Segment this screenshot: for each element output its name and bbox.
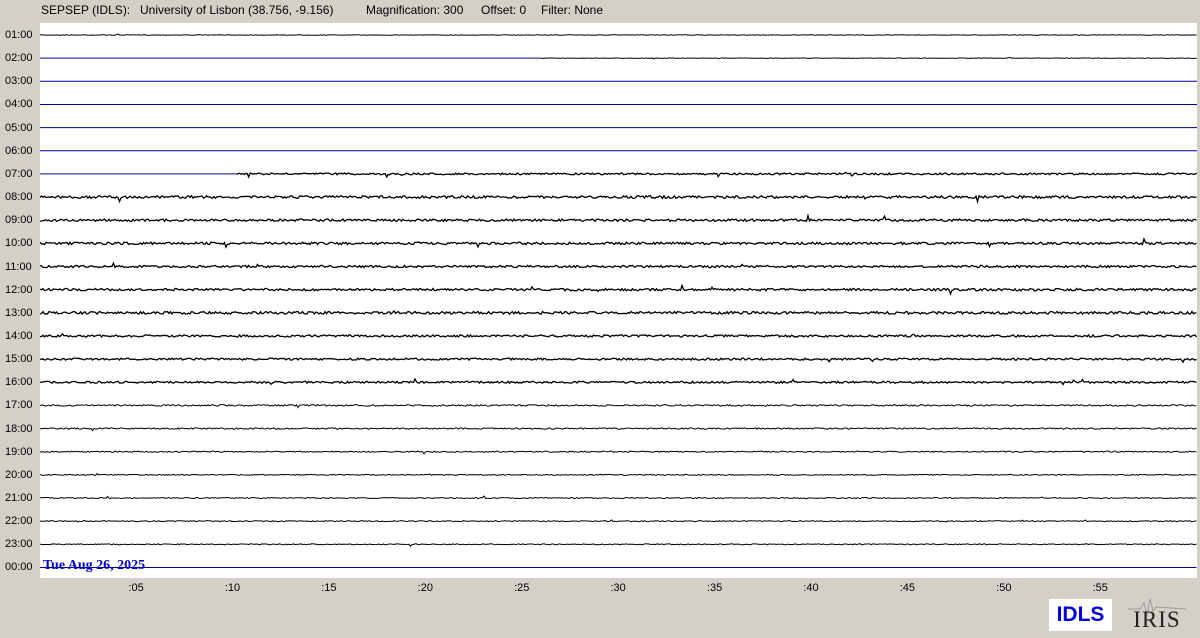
idls-logo: IDLS xyxy=(1049,599,1112,631)
minute-label: :10 xyxy=(224,582,241,594)
offset-readout: Offset: 0 xyxy=(481,3,527,17)
seismic-trace xyxy=(40,543,1197,547)
iris-logo: IRIS xyxy=(1128,593,1186,635)
seismic-trace xyxy=(40,495,1197,500)
hour-label: 18:00 xyxy=(5,422,33,435)
hour-label: 04:00 xyxy=(5,98,33,111)
seismogram-traces xyxy=(40,33,1197,568)
header-bar: SEPSEP (IDLS): University of Lisbon (38.… xyxy=(0,0,1200,20)
hour-label: 06:00 xyxy=(5,144,33,157)
hour-label: 15:00 xyxy=(5,353,33,366)
seismic-trace xyxy=(40,33,1197,37)
iris-logo-text: IRIS xyxy=(1133,607,1181,632)
hour-label: 07:00 xyxy=(5,167,33,180)
seismic-trace xyxy=(40,472,1197,476)
minute-label: :20 xyxy=(417,582,433,594)
seismic-trace xyxy=(40,377,1197,386)
seismic-trace xyxy=(40,283,1197,296)
hour-label: 23:00 xyxy=(5,538,33,551)
hour-label: 02:00 xyxy=(5,52,33,65)
seismic-trace xyxy=(40,357,1197,364)
seismic-trace xyxy=(40,450,1197,455)
helicorder-plot xyxy=(40,23,1197,578)
seismic-trace xyxy=(40,237,1197,249)
hour-label: 08:00 xyxy=(5,191,33,204)
site-location: University of Lisbon (38.756, -9.156) xyxy=(140,3,334,17)
seismic-trace xyxy=(40,309,1197,316)
hour-label: 03:00 xyxy=(5,75,33,88)
hour-label: 10:00 xyxy=(5,237,33,250)
minute-label: :05 xyxy=(128,582,144,594)
hour-label: 22:00 xyxy=(5,515,33,528)
seismic-trace xyxy=(40,427,1197,432)
seismic-trace xyxy=(40,213,1197,223)
seismic-trace xyxy=(40,403,1197,409)
seismic-trace xyxy=(40,332,1197,339)
hour-label: 09:00 xyxy=(5,214,33,227)
hour-label: 19:00 xyxy=(5,445,33,458)
hour-label: 14:00 xyxy=(5,329,33,342)
seismic-trace xyxy=(236,171,1197,179)
minute-label: :15 xyxy=(321,582,337,594)
seismic-trace xyxy=(40,261,1197,269)
seismic-trace xyxy=(541,56,1197,60)
seismic-trace xyxy=(40,194,1197,205)
minute-label: :55 xyxy=(1092,582,1108,594)
minute-label: :30 xyxy=(610,582,626,594)
magnification-readout: Magnification: 300 xyxy=(366,3,464,17)
hour-label: 17:00 xyxy=(5,399,33,412)
minute-label: :35 xyxy=(706,582,723,594)
minute-label: :50 xyxy=(996,582,1012,594)
hour-label: 13:00 xyxy=(5,306,33,319)
hour-label: 12:00 xyxy=(5,283,33,296)
station-name: SEPSEP (IDLS): xyxy=(41,3,131,17)
hour-label: 20:00 xyxy=(5,468,33,481)
hour-label: 05:00 xyxy=(5,121,33,134)
minute-label: :45 xyxy=(899,582,916,594)
hour-label: 21:00 xyxy=(5,492,33,504)
date-label: Tue Aug 26, 2025 xyxy=(43,558,146,573)
minute-label: :25 xyxy=(514,582,530,594)
minute-label: :40 xyxy=(803,582,819,594)
hour-label: 11:00 xyxy=(5,260,32,273)
hour-label: 00:00 xyxy=(5,561,33,574)
hour-label: 16:00 xyxy=(5,376,33,389)
filter-readout: Filter: None xyxy=(541,3,604,17)
seismic-trace xyxy=(40,519,1197,523)
hour-label: 01:00 xyxy=(5,29,33,41)
